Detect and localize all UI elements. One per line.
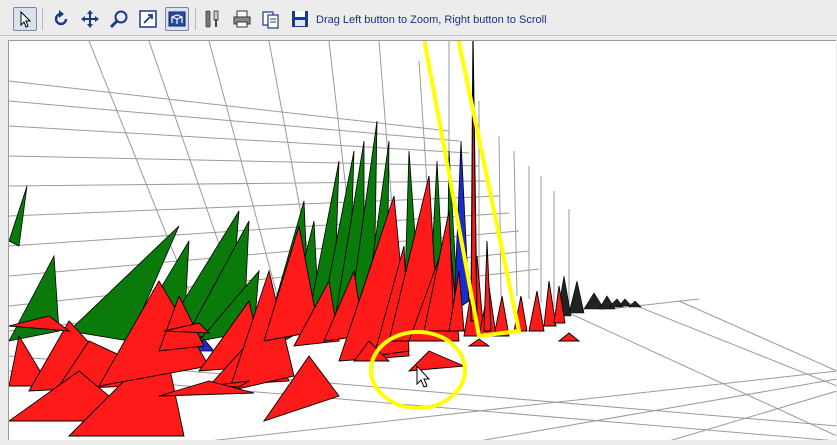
view-3d-button[interactable] (165, 7, 189, 31)
status-hint-text: Drag Left button to Zoom, Right button t… (316, 14, 547, 26)
plot-canvas[interactable] (8, 40, 836, 440)
toolbar: Drag Left button to Zoom, Right button t… (0, 0, 837, 36)
copy-icon (262, 11, 279, 29)
move-arrows-icon (81, 10, 99, 28)
copy-button[interactable] (259, 7, 283, 31)
toolbar-separator (42, 8, 43, 30)
3d-peak-plot (9, 41, 836, 440)
tools-icon (205, 10, 219, 28)
magnifier-icon (109, 10, 128, 29)
zoom-button[interactable] (107, 7, 131, 31)
toolbar-separator (195, 8, 196, 30)
floppy-disk-icon (292, 11, 308, 27)
rotate-button[interactable] (49, 7, 73, 31)
zoom-box-button[interactable] (136, 7, 160, 31)
printer-icon (233, 10, 251, 28)
select-button[interactable] (13, 7, 37, 31)
rotate-icon (54, 10, 68, 26)
zoom-box-icon (139, 10, 157, 28)
pan-button[interactable] (78, 7, 102, 31)
settings-button[interactable] (201, 7, 225, 31)
far-peaks (556, 275, 642, 317)
print-button[interactable] (230, 7, 254, 31)
3d-view-icon (168, 11, 186, 27)
save-button[interactable] (288, 7, 312, 31)
pointer-icon (20, 10, 32, 28)
